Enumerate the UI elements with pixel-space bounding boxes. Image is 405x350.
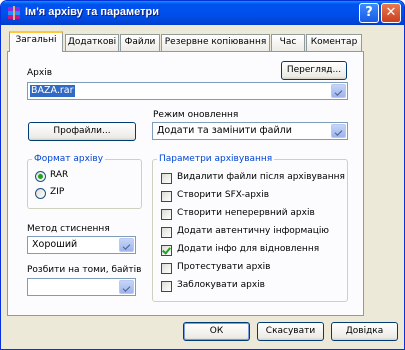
question-icon: ?	[365, 5, 373, 20]
archive-label: Архів	[27, 68, 53, 78]
update-mode-label: Режим оновлення	[153, 110, 239, 120]
tab-comment[interactable]: Коментар	[306, 34, 362, 51]
lock-label[interactable]: Заблокувати архів	[177, 280, 265, 290]
chevron-down-icon[interactable]	[331, 124, 346, 138]
chevron-down-icon[interactable]	[331, 84, 346, 98]
tab-backup[interactable]: Резервне копіювання	[161, 34, 270, 51]
tab-time[interactable]: Час	[271, 34, 305, 51]
dialog-window: Ім'я архіву та параметри ? ✕ Загальні До…	[0, 0, 405, 350]
test-label[interactable]: Протестувати архів	[177, 262, 270, 272]
update-mode-value: Додати та замінити файли	[157, 125, 292, 136]
update-mode-select[interactable]: Додати та замінити файли	[152, 122, 348, 140]
recovery-checkbox[interactable]	[161, 245, 172, 256]
recovery-label[interactable]: Додати інфо для відновлення	[177, 244, 319, 254]
tab-advanced[interactable]: Додаткові	[65, 34, 119, 51]
tab-page-general: Архів Перегляд... BAZA.rar Режим оновлен…	[7, 51, 364, 316]
format-group	[27, 159, 142, 209]
tab-general[interactable]: Загальні	[9, 31, 63, 52]
split-volumes-combo[interactable]	[27, 278, 136, 296]
chevron-down-icon[interactable]	[119, 280, 134, 294]
format-group-title: Формат архіву	[32, 154, 106, 164]
archive-name-value[interactable]: BAZA.rar	[30, 85, 75, 97]
format-zip-radio[interactable]	[35, 188, 46, 199]
compression-label: Метод стиснення	[27, 224, 110, 234]
profiles-button[interactable]: Профайли...	[28, 122, 136, 141]
split-label: Розбити на томи, байтів	[27, 265, 142, 275]
solid-label[interactable]: Створити неперервний архів	[177, 208, 315, 218]
close-button[interactable]: ✕	[381, 3, 401, 23]
sfx-checkbox[interactable]	[161, 191, 172, 202]
window-title: Ім'я архіву та параметри	[25, 6, 159, 18]
cancel-button[interactable]: Скасувати	[257, 322, 324, 341]
help-button[interactable]: Довідка	[331, 322, 398, 341]
title-bar[interactable]: Ім'я архіву та параметри ? ✕	[1, 1, 404, 25]
delete-files-label[interactable]: Видалити файли після архівування	[177, 172, 345, 182]
compression-value: Хороший	[32, 239, 78, 250]
compression-select[interactable]: Хороший	[27, 236, 136, 254]
chevron-down-icon[interactable]	[119, 238, 134, 252]
help-title-button[interactable]: ?	[359, 3, 379, 23]
format-zip-label[interactable]: ZIP	[50, 187, 64, 197]
archive-name-combo[interactable]: BAZA.rar	[27, 82, 348, 100]
browse-button[interactable]: Перегляд...	[281, 61, 347, 80]
lock-checkbox[interactable]	[161, 281, 172, 292]
params-group-title: Параметри архівування	[157, 154, 275, 164]
winrar-icon	[8, 6, 20, 20]
test-checkbox[interactable]	[161, 263, 172, 274]
ok-button[interactable]: ОК	[183, 322, 250, 341]
tab-files[interactable]: Файли	[120, 34, 160, 51]
solid-checkbox[interactable]	[161, 209, 172, 220]
authenticity-label[interactable]: Додати автентичну інформацію	[177, 226, 329, 236]
close-icon: ✕	[385, 5, 397, 20]
delete-files-checkbox[interactable]	[161, 173, 172, 184]
sfx-label[interactable]: Створити SFX-архів	[177, 190, 269, 200]
format-rar-label[interactable]: RAR	[50, 170, 68, 180]
format-rar-radio[interactable]	[35, 171, 46, 182]
authenticity-checkbox[interactable]	[161, 227, 172, 238]
